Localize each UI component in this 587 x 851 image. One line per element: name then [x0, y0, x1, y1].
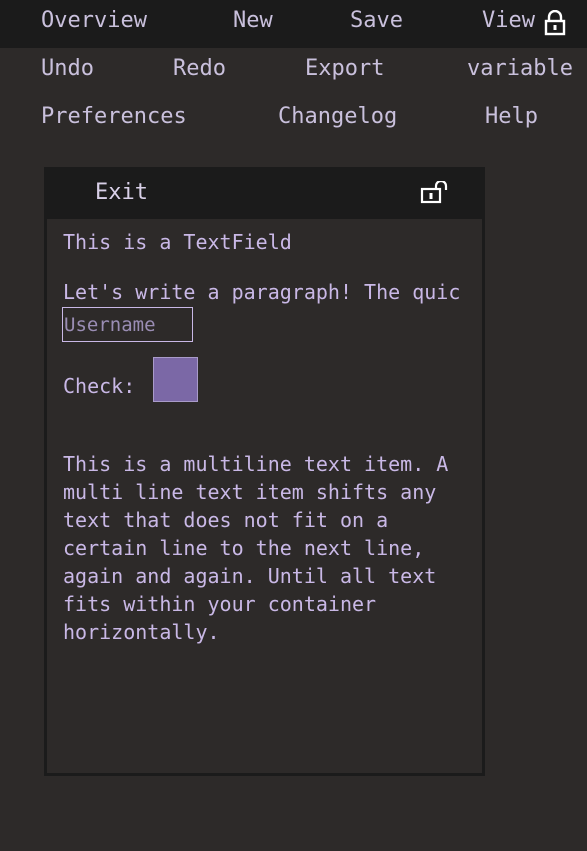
unlock-icon[interactable]	[420, 179, 452, 205]
app-root: Overview New Save View Undo Redo Export …	[0, 0, 587, 851]
menu-help[interactable]: Help	[485, 96, 538, 144]
menu-undo[interactable]: Undo	[41, 48, 94, 96]
menu-overview[interactable]: Overview	[41, 0, 147, 48]
username-input[interactable]	[62, 307, 193, 342]
menu-export[interactable]: Export	[305, 48, 384, 96]
menu-variable[interactable]: variable	[467, 48, 573, 96]
menu-changelog[interactable]: Changelog	[278, 96, 397, 144]
menu-save[interactable]: Save	[350, 0, 403, 48]
window-title-exit[interactable]: Exit	[95, 167, 148, 219]
multiline-text: This is a multiline text item. A multi l…	[63, 452, 449, 644]
check-label: Check:	[63, 374, 136, 398]
menu-redo[interactable]: Redo	[173, 48, 226, 96]
menu-preferences[interactable]: Preferences	[41, 96, 187, 144]
menu-view[interactable]: View	[482, 0, 535, 48]
menu-bar-row-3: Preferences Changelog Help	[0, 96, 587, 144]
menu-bar-row-2: Undo Redo Export variable	[0, 48, 587, 96]
window-titlebar[interactable]: Exit	[44, 167, 485, 219]
check-checkbox[interactable]	[153, 357, 198, 402]
lock-icon[interactable]	[544, 9, 566, 36]
menu-bar-row-1: Overview New Save View	[0, 0, 587, 48]
menu-new[interactable]: New	[233, 0, 273, 48]
textfield-label: This is a TextField	[63, 230, 292, 254]
paragraph-text: Let's write a paragraph! The quic	[63, 280, 461, 304]
